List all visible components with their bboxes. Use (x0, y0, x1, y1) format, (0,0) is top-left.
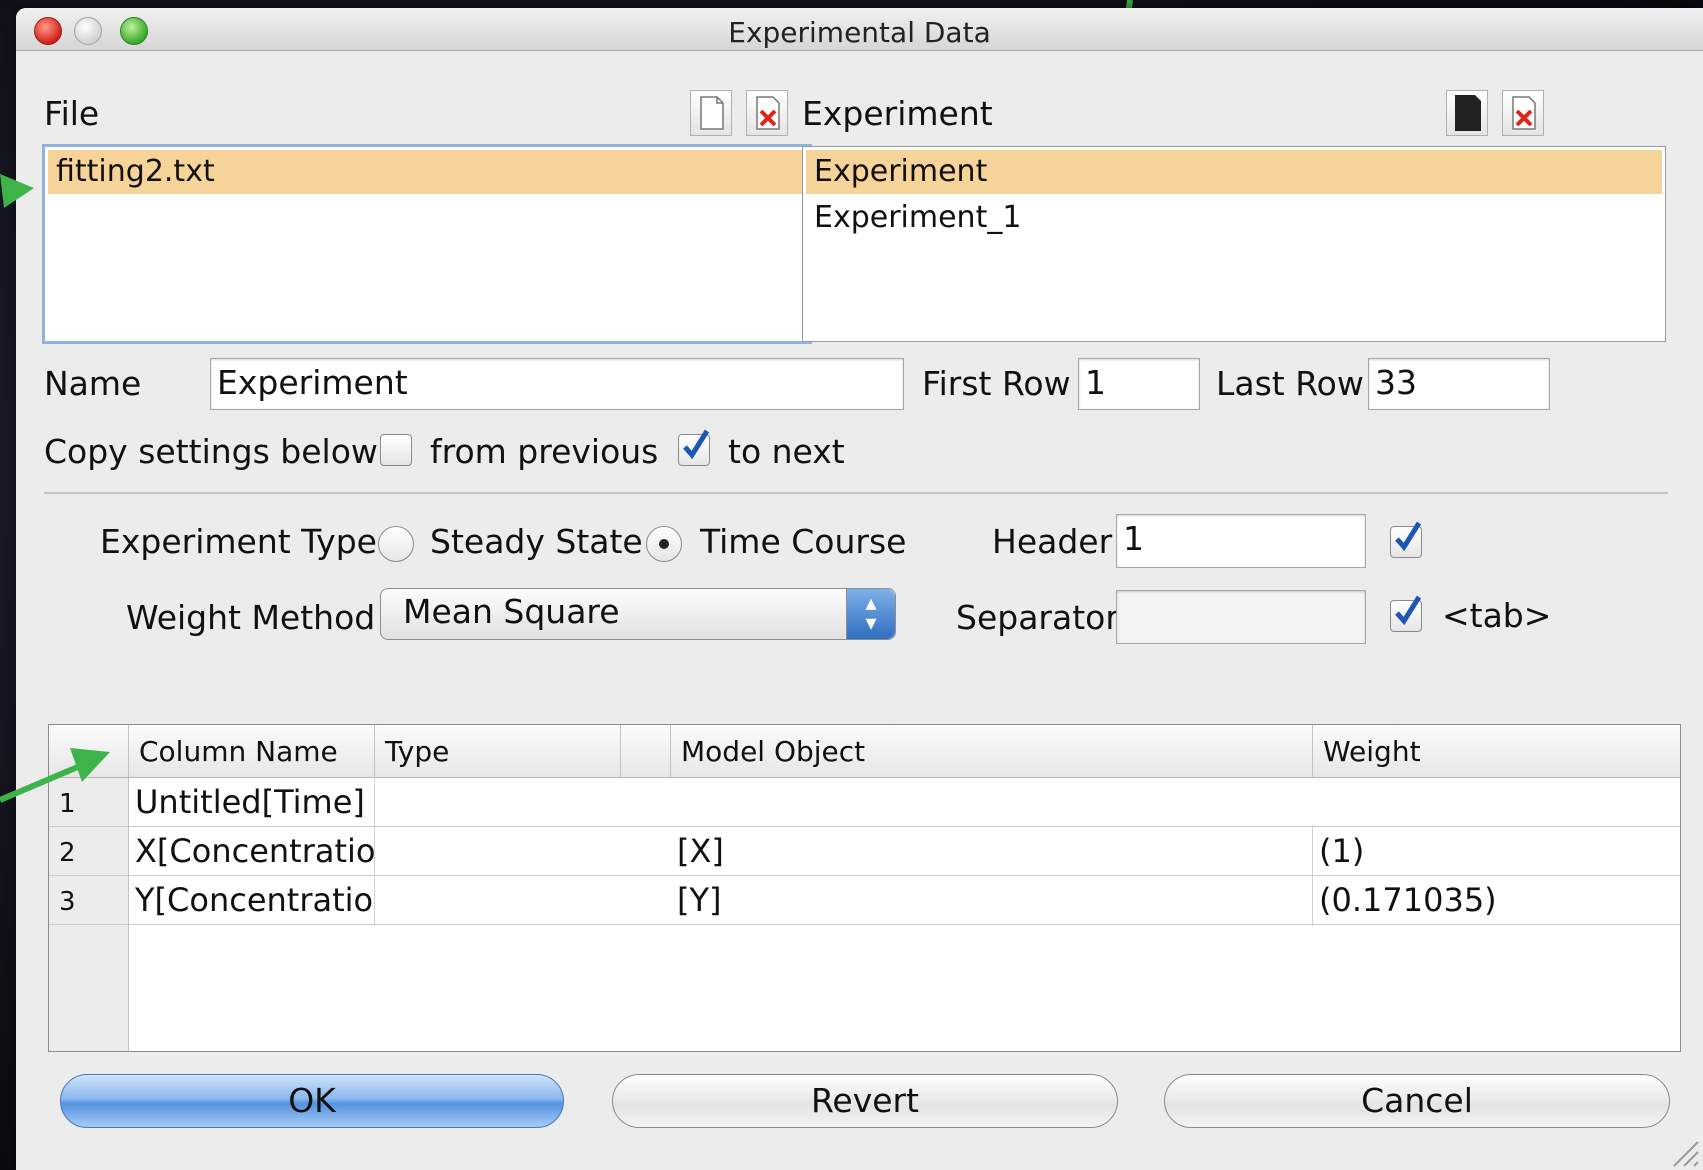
file-label: File (44, 94, 100, 133)
type-header[interactable]: Type (375, 725, 621, 778)
weight-cell[interactable]: (1) (1313, 825, 1680, 877)
resize-grip-icon[interactable] (1668, 1136, 1700, 1168)
checkmark-icon (1395, 595, 1422, 626)
file-list-item[interactable]: fitting2.txt (48, 150, 806, 194)
column-name-cell[interactable]: X[Concentration] (129, 825, 375, 877)
header-label: Header (992, 522, 1113, 561)
column-name-header[interactable]: Column Name (129, 725, 375, 778)
header-input[interactable]: 1 (1116, 514, 1366, 568)
column-name-cell[interactable]: Y[Concentration] (129, 874, 375, 926)
first-row-label: First Row (922, 364, 1071, 403)
checkmark-icon (1395, 521, 1422, 552)
column-table[interactable]: Column Name Type Model Object Weight 1 U… (48, 724, 1681, 1052)
first-row-input[interactable]: 1 (1078, 358, 1200, 410)
delete-file-button[interactable] (746, 90, 788, 136)
experiment-list-item[interactable]: Experiment (806, 150, 1662, 194)
steady-state-radio[interactable] (378, 526, 414, 562)
title-bar[interactable]: Experimental Data (16, 8, 1703, 51)
experiment-list[interactable]: Experiment Experiment_1 (802, 146, 1666, 342)
time-course-label: Time Course (700, 522, 907, 561)
window-title: Experimental Data (728, 16, 991, 49)
name-input[interactable]: Experiment (210, 358, 904, 410)
header-checkbox[interactable] (1390, 521, 1422, 558)
link-header[interactable] (621, 725, 671, 778)
revert-button[interactable]: Revert (612, 1074, 1118, 1128)
model-object-header[interactable]: Model Object (671, 725, 1313, 778)
row-divider (49, 924, 1680, 925)
cancel-button[interactable]: Cancel (1164, 1074, 1670, 1128)
to-next-checkbox[interactable] (678, 429, 710, 466)
experiment-type-label: Experiment Type (100, 522, 377, 561)
weight-method-value: Mean Square (403, 592, 620, 631)
weight-cell[interactable]: (0.171035) (1313, 874, 1680, 926)
copy-settings-label: Copy settings below (44, 432, 378, 471)
column-name-cell[interactable]: Untitled[Time] (129, 776, 375, 828)
experiment-label: Experiment (802, 94, 993, 133)
weight-method-select[interactable]: Mean Square ▴ ▾ (380, 588, 896, 640)
last-row-label: Last Row (1216, 364, 1364, 403)
checkmark-icon (683, 429, 710, 460)
last-row-input[interactable]: 33 (1368, 358, 1550, 410)
updown-arrows-icon: ▴ ▾ (846, 589, 895, 639)
delete-document-icon (756, 96, 780, 130)
model-object-cell[interactable]: [Y] (671, 874, 1313, 926)
experiment-list-item[interactable]: Experiment_1 (806, 196, 1662, 240)
separator-input[interactable] (1116, 590, 1366, 644)
time-course-radio[interactable] (646, 526, 682, 562)
row-number: 3 (49, 876, 129, 924)
model-object-cell[interactable]: [X] (671, 825, 1313, 877)
from-previous-checkbox[interactable] (380, 434, 412, 466)
tab-checkbox[interactable] (1390, 595, 1422, 632)
separator-line (44, 492, 1668, 494)
experimental-data-window: Experimental Data File fitting2.txt Expe… (16, 8, 1703, 1170)
weight-header[interactable]: Weight (1313, 725, 1680, 778)
name-label: Name (44, 364, 142, 403)
tab-label: <tab> (1442, 596, 1552, 635)
to-next-label: to next (728, 432, 845, 471)
delete-experiment-icon (1512, 96, 1536, 130)
steady-state-label: Steady State (430, 522, 643, 561)
weight-method-label: Weight Method (126, 598, 376, 637)
new-experiment-icon (1455, 95, 1481, 131)
new-file-button[interactable] (690, 90, 732, 136)
new-document-icon (700, 96, 724, 130)
new-experiment-button[interactable] (1446, 90, 1488, 136)
from-previous-label: from previous (430, 432, 659, 471)
file-list[interactable]: fitting2.txt (42, 144, 812, 344)
row-number: 2 (49, 827, 129, 875)
separator-label: Separator (956, 598, 1119, 637)
delete-experiment-button[interactable] (1502, 90, 1544, 136)
ok-button[interactable]: OK (60, 1074, 564, 1128)
